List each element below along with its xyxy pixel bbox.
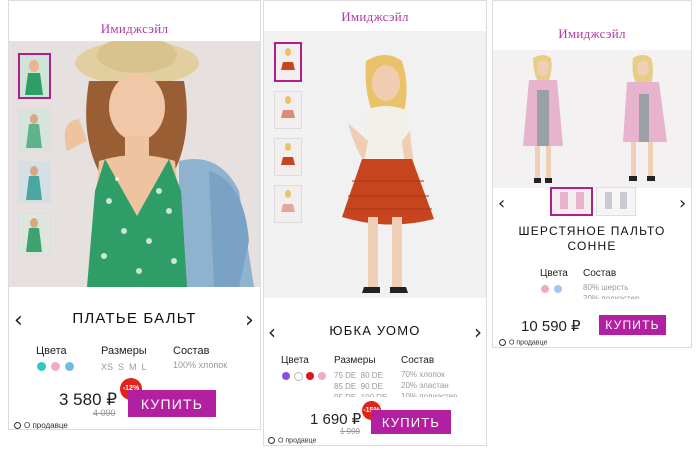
info-icon xyxy=(499,339,506,346)
sizes-row-3[interactable]: 95 DE 100 DE xyxy=(334,392,387,397)
brand-logo: Имиджсэйл xyxy=(100,21,169,36)
thumbnail-2[interactable] xyxy=(18,109,51,151)
seller-link[interactable]: О продавце xyxy=(499,339,547,346)
thumbnail-1[interactable] xyxy=(274,42,302,82)
thumbnail-4[interactable] xyxy=(274,185,302,223)
composition-row-3: 10% полиэстер xyxy=(401,392,458,397)
color-swatch-pink[interactable] xyxy=(541,285,549,293)
prev-arrow-icon[interactable]: ‹ xyxy=(498,195,505,213)
thumbnail-3[interactable] xyxy=(274,138,302,176)
colors-label: Цвета xyxy=(36,345,67,357)
next-arrow-icon[interactable]: › xyxy=(245,310,254,332)
info-icon xyxy=(14,422,21,429)
old-price: 4 090 xyxy=(93,408,116,418)
thumbnail-4[interactable] xyxy=(18,213,51,255)
brand-logo: Имиджсэйл xyxy=(558,26,626,41)
product-photo-side[interactable] xyxy=(593,50,691,188)
color-swatch-blue[interactable] xyxy=(554,285,562,293)
product-title-line-2: СОННЕ xyxy=(567,239,617,253)
product-card-dress: Имиджсэйл ‹ ПЛАТЬЕ БАЛЬТ › Цвета Размеры… xyxy=(8,0,261,430)
color-swatch-pink[interactable] xyxy=(318,372,326,380)
sizes-list[interactable]: XS S M L xyxy=(101,361,147,373)
price: 1 690 ₽ xyxy=(310,411,362,428)
next-arrow-icon[interactable]: › xyxy=(474,322,482,342)
thumbnail-1[interactable] xyxy=(18,53,51,99)
color-swatch-red[interactable] xyxy=(306,372,314,380)
colors-label: Цвета xyxy=(281,355,309,366)
thumbnail-1[interactable] xyxy=(550,187,593,216)
composition-label: Состав xyxy=(401,355,435,366)
price: 3 580 ₽ xyxy=(59,390,118,409)
sizes-label: Размеры xyxy=(334,355,376,366)
price: 10 590 ₽ xyxy=(521,318,581,335)
composition-label: Состав xyxy=(583,268,617,279)
old-price: 1 990 xyxy=(340,427,361,436)
product-title: ПЛАТЬЕ БАЛЬТ xyxy=(72,310,197,327)
product-photo-front[interactable] xyxy=(493,50,593,188)
next-arrow-icon[interactable]: › xyxy=(679,195,686,213)
thumbnail-2[interactable] xyxy=(596,187,636,216)
color-swatch-teal[interactable] xyxy=(37,362,46,371)
color-swatch-white[interactable] xyxy=(294,372,303,381)
buy-button[interactable]: КУПИТЬ xyxy=(371,410,451,434)
composition-value: 100% хлопок xyxy=(173,360,228,370)
seller-link[interactable]: О продавце xyxy=(14,421,68,430)
buy-button[interactable]: КУПИТЬ xyxy=(128,390,216,417)
product-card-coat: Имиджсэйл ‹ › ШЕРСТЯНОЕ ПАЛЬТО СОННЕ Цве… xyxy=(492,0,692,348)
color-swatch-blue[interactable] xyxy=(65,362,74,371)
color-swatch-pink[interactable] xyxy=(51,362,60,371)
thumbnail-2[interactable] xyxy=(274,91,302,129)
composition-row-2: 20% полиэстер xyxy=(583,294,640,299)
composition-label: Состав xyxy=(173,345,210,357)
seller-link-label: О продавце xyxy=(278,437,317,445)
seller-link-label: О продавце xyxy=(509,339,548,347)
product-title: ЮБКА УОМО xyxy=(329,323,421,338)
info-icon xyxy=(268,437,275,444)
colors-label: Цвета xyxy=(540,268,568,279)
buy-button[interactable]: КУПИТЬ xyxy=(599,315,666,335)
product-title-line-1: ШЕРСТЯНОЕ ПАЛЬТО xyxy=(518,224,666,238)
color-swatch-purple[interactable] xyxy=(282,372,290,380)
product-card-skirt: Имиджсэйл ‹ ЮБКА УОМО › Цвета Размеры 75… xyxy=(263,0,487,446)
thumbnail-3[interactable] xyxy=(18,161,51,203)
sizes-label: Размеры xyxy=(101,345,147,357)
seller-link-label: О продавце xyxy=(24,421,68,430)
seller-link[interactable]: О продавце xyxy=(268,437,316,444)
brand-logo: Имиджсэйл xyxy=(341,9,409,24)
